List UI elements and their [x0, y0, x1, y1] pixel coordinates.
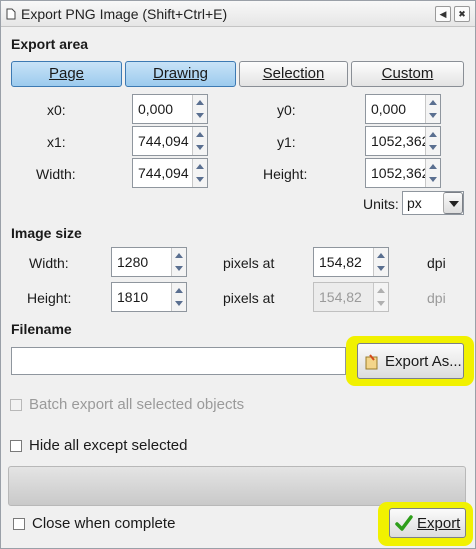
close-when-complete-label: Close when complete [32, 515, 176, 532]
spin-down-icon [377, 301, 385, 306]
spin-up-icon [196, 132, 204, 137]
y0-label: y0: [277, 102, 296, 118]
export-area-heading: Export area [11, 36, 89, 52]
spin-up-icon [429, 100, 437, 105]
hide-all-checkbox[interactable] [10, 440, 22, 452]
tab-page[interactable]: Page [11, 61, 122, 87]
chevron-down-icon [443, 192, 463, 214]
spin-up-icon [429, 164, 437, 169]
pixels-at-label-2: pixels at [223, 290, 275, 306]
pixels-at-label-1: pixels at [223, 255, 275, 271]
image-height-spinbox[interactable]: 1810 [111, 282, 187, 312]
filename-input[interactable] [11, 347, 346, 375]
spin-down-icon [175, 266, 183, 271]
export-progress-bar [8, 466, 466, 506]
image-width-label: Width: [29, 255, 69, 271]
image-height-label: Height: [27, 290, 72, 306]
spin-up-icon [377, 288, 385, 293]
spin-down-icon [175, 301, 183, 306]
export-button[interactable]: Export [389, 508, 466, 538]
spin-down-icon [429, 113, 437, 118]
area-width-label: Width: [36, 166, 76, 182]
checkmark-icon [395, 514, 413, 532]
image-width-spinbox[interactable]: 1280 [111, 247, 187, 277]
x1-spinbox[interactable]: 744,094 [132, 126, 208, 156]
spin-down-icon [196, 145, 204, 150]
y1-spinbox[interactable]: 1052,362 [365, 126, 441, 156]
tab-custom[interactable]: Custom [351, 61, 464, 87]
batch-export-checkbox[interactable] [10, 399, 22, 411]
export-as-button[interactable]: Export As... [357, 343, 464, 379]
spin-up-icon [175, 288, 183, 293]
spin-up-icon [196, 164, 204, 169]
window-title: Export PNG Image (Shift+Ctrl+E) [21, 6, 228, 22]
dpi-spinbox-disabled: 154,82 [313, 282, 389, 312]
units-label: Units: [363, 196, 399, 212]
folder-open-icon [365, 354, 380, 370]
x0-spinbox[interactable]: 0,000 [132, 94, 208, 124]
area-height-label: Height: [263, 166, 308, 182]
units-select[interactable]: px [402, 191, 464, 215]
spin-down-icon [196, 177, 204, 182]
tab-drawing[interactable]: Drawing [125, 61, 236, 87]
dock-icon[interactable]: ◀ [435, 6, 451, 22]
tab-selection[interactable]: Selection [239, 61, 348, 87]
dpi-label-2: dpi [427, 290, 446, 306]
y0-spinbox[interactable]: 0,000 [365, 94, 441, 124]
spin-up-icon [175, 253, 183, 258]
close-when-complete-checkbox[interactable] [13, 518, 25, 530]
spin-down-icon [429, 145, 437, 150]
spin-up-icon [429, 132, 437, 137]
title-bar: Export PNG Image (Shift+Ctrl+E) ◀ ✖ [1, 1, 475, 27]
dpi-label-1: dpi [427, 255, 446, 271]
spin-down-icon [429, 177, 437, 182]
area-width-spinbox[interactable]: 744,094 [132, 158, 208, 188]
y1-label: y1: [277, 134, 296, 150]
spin-down-icon [196, 113, 204, 118]
hide-all-label: Hide all except selected [29, 437, 188, 454]
png-file-icon [5, 7, 17, 20]
x0-label: x0: [47, 102, 66, 118]
filename-heading: Filename [11, 321, 72, 337]
batch-export-label: Batch export all selected objects [29, 396, 245, 413]
image-size-heading: Image size [11, 225, 82, 241]
spin-up-icon [377, 253, 385, 258]
x1-label: x1: [47, 134, 66, 150]
spin-up-icon [196, 100, 204, 105]
area-height-spinbox[interactable]: 1052,362 [365, 158, 441, 188]
dpi-spinbox[interactable]: 154,82 [313, 247, 389, 277]
close-icon[interactable]: ✖ [454, 6, 470, 22]
spin-down-icon [377, 266, 385, 271]
